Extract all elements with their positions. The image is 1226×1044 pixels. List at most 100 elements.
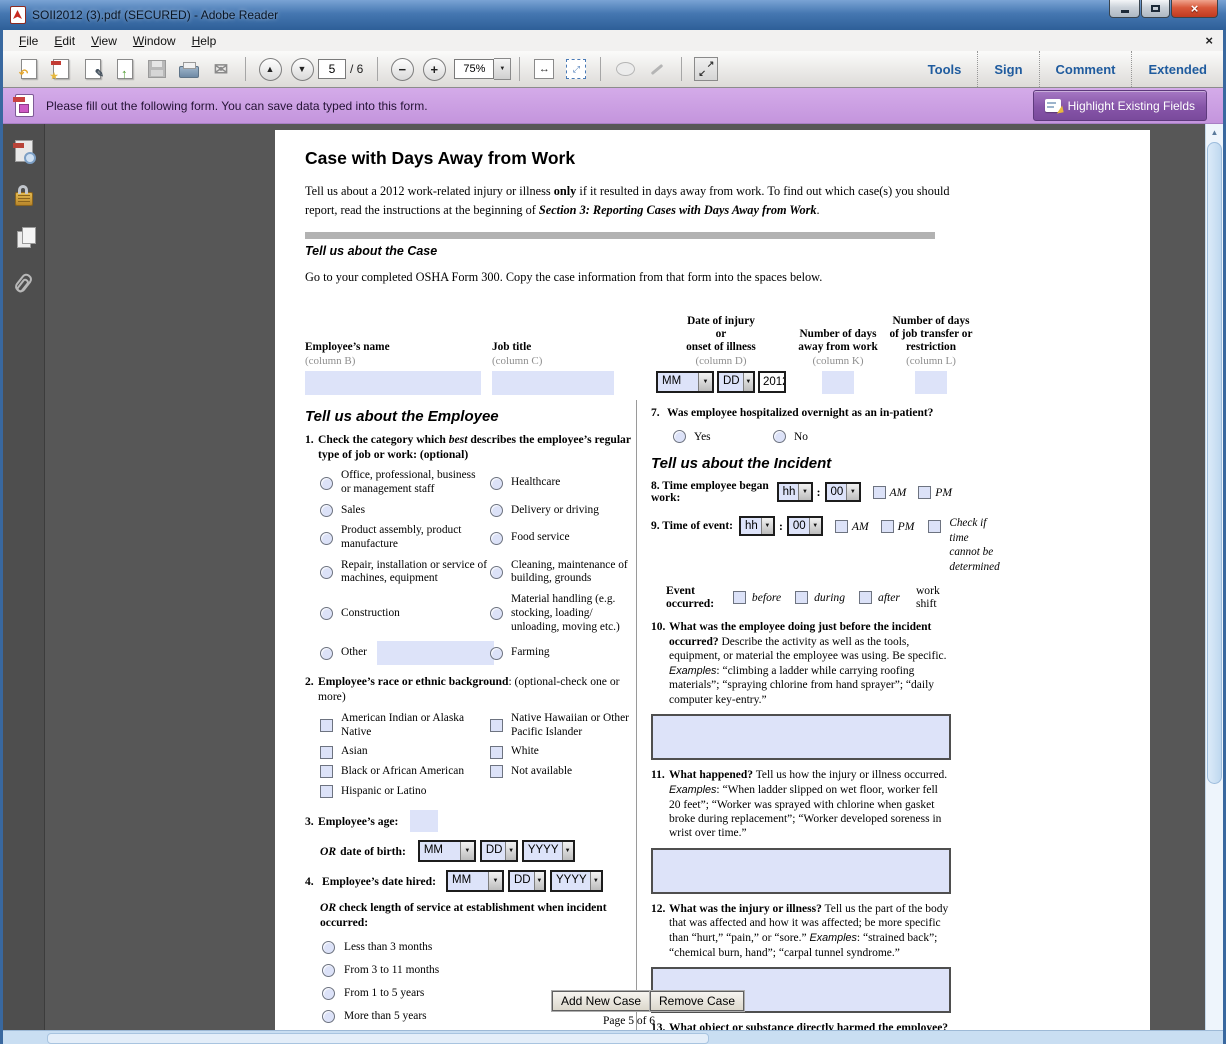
began-hour-select[interactable]: hh▼ bbox=[777, 482, 813, 502]
checkbox-before-shift[interactable] bbox=[733, 591, 746, 604]
zoom-level-value[interactable]: 75% bbox=[454, 59, 494, 79]
cloud-upload-button[interactable]: ↑ bbox=[112, 56, 138, 82]
add-new-case-button[interactable]: Add New Case bbox=[552, 991, 650, 1011]
radio-other[interactable] bbox=[320, 647, 333, 660]
checkbox-event-pm[interactable] bbox=[881, 520, 894, 533]
email-button[interactable]: ✉ bbox=[208, 56, 234, 82]
checkbox-american-indian[interactable] bbox=[320, 719, 333, 732]
option-3-11-months[interactable]: From 3 to 11 months bbox=[322, 964, 636, 977]
comment-bubble-button[interactable] bbox=[612, 56, 638, 82]
option-hosp-yes[interactable]: Yes bbox=[673, 430, 773, 443]
maximize-button[interactable] bbox=[1141, 0, 1170, 18]
option-black[interactable]: Black or African American bbox=[320, 765, 490, 779]
menu-file[interactable]: File bbox=[11, 32, 46, 50]
hired-month-select[interactable]: MM▼ bbox=[446, 870, 504, 892]
option-office-staff[interactable]: Office, professional, business or manage… bbox=[320, 469, 490, 496]
option-repair[interactable]: Repair, installation or service of machi… bbox=[320, 559, 490, 586]
injury-day-select[interactable]: DD▼ bbox=[717, 371, 755, 393]
option-not-available[interactable]: Not available bbox=[490, 765, 651, 779]
radio-delivery[interactable] bbox=[490, 504, 503, 517]
annotate-pen-button[interactable] bbox=[644, 56, 670, 82]
option-hosp-no[interactable]: No bbox=[773, 430, 808, 443]
radio-construction[interactable] bbox=[320, 607, 333, 620]
option-delivery[interactable]: Delivery or driving bbox=[490, 504, 651, 518]
radio-farming[interactable] bbox=[490, 647, 503, 660]
hired-day-select[interactable]: DD▼ bbox=[508, 870, 546, 892]
option-american-indian[interactable]: American Indian or Alaska Native bbox=[320, 712, 490, 739]
dob-day-select[interactable]: DD▼ bbox=[480, 840, 518, 862]
radio-product-assembly[interactable] bbox=[320, 532, 333, 545]
option-sales[interactable]: Sales bbox=[320, 504, 490, 518]
horizontal-scrollbar[interactable] bbox=[3, 1030, 1223, 1044]
employee-name-input[interactable] bbox=[305, 371, 481, 395]
injury-year-input[interactable] bbox=[758, 371, 786, 393]
option-material-handling[interactable]: Material handling (e.g. stocking, loadin… bbox=[490, 593, 651, 634]
checkbox-began-pm[interactable] bbox=[918, 486, 931, 499]
checkbox-white[interactable] bbox=[490, 746, 503, 759]
menu-edit[interactable]: Edit bbox=[46, 32, 83, 50]
days-away-input[interactable] bbox=[822, 371, 854, 394]
fill-sign-button[interactable]: ✎ bbox=[80, 56, 106, 82]
tools-panel-button[interactable]: Tools bbox=[912, 51, 978, 87]
checkbox-event-am[interactable] bbox=[835, 520, 848, 533]
radio-food-service[interactable] bbox=[490, 532, 503, 545]
what-happened-textarea[interactable] bbox=[651, 848, 951, 894]
event-hour-select[interactable]: hh▼ bbox=[739, 516, 775, 536]
job-transfer-days-input[interactable] bbox=[915, 371, 947, 394]
checkbox-not-available[interactable] bbox=[490, 765, 503, 778]
checkbox-during-shift[interactable] bbox=[795, 591, 808, 604]
horizontal-scrollbar-thumb[interactable] bbox=[47, 1033, 709, 1044]
option-white[interactable]: White bbox=[490, 745, 651, 759]
option-farming[interactable]: Farming bbox=[490, 641, 651, 665]
checkbox-native-hawaiian[interactable] bbox=[490, 719, 503, 732]
zoom-out-button[interactable]: − bbox=[389, 56, 415, 82]
option-food-service[interactable]: Food service bbox=[490, 524, 651, 551]
sign-panel-button[interactable]: Sign bbox=[977, 51, 1038, 87]
doing-before-incident-textarea[interactable] bbox=[651, 714, 951, 760]
page-number-input[interactable] bbox=[318, 59, 346, 79]
began-minute-select[interactable]: 00▼ bbox=[825, 482, 861, 502]
page-thumbnails-button[interactable] bbox=[11, 138, 37, 164]
option-hispanic[interactable]: Hispanic or Latino bbox=[320, 785, 490, 799]
extended-panel-button[interactable]: Extended bbox=[1131, 51, 1223, 87]
option-less-3-months[interactable]: Less than 3 months bbox=[322, 941, 636, 954]
radio-repair[interactable] bbox=[320, 566, 333, 579]
radio-hosp-yes[interactable] bbox=[673, 430, 686, 443]
radio-office-staff[interactable] bbox=[320, 477, 333, 490]
dob-year-select[interactable]: YYYY▼ bbox=[522, 840, 575, 862]
radio-hosp-no[interactable] bbox=[773, 430, 786, 443]
fit-page-button[interactable]: ⤢ bbox=[563, 56, 589, 82]
open-file-button[interactable]: ↶ bbox=[16, 56, 42, 82]
highlight-existing-fields-button[interactable]: Highlight Existing Fields bbox=[1033, 90, 1207, 121]
radio-less-3-months[interactable] bbox=[322, 941, 335, 954]
menu-view[interactable]: View bbox=[83, 32, 125, 50]
option-native-hawaiian[interactable]: Native Hawaiian or Other Pacific Islande… bbox=[490, 712, 651, 739]
previous-page-button[interactable]: ▲ bbox=[257, 56, 283, 82]
checkbox-black[interactable] bbox=[320, 765, 333, 778]
radio-sales[interactable] bbox=[320, 504, 333, 517]
minimize-button[interactable] bbox=[1109, 0, 1140, 18]
zoom-in-button[interactable]: + bbox=[421, 56, 447, 82]
job-title-input[interactable] bbox=[492, 371, 614, 395]
fit-width-button[interactable]: ↔ bbox=[531, 56, 557, 82]
next-page-button[interactable]: ▼ bbox=[289, 56, 315, 82]
vertical-scrollbar-thumb[interactable] bbox=[1207, 142, 1222, 784]
checkbox-asian[interactable] bbox=[320, 746, 333, 759]
print-button[interactable] bbox=[176, 56, 202, 82]
save-button[interactable] bbox=[144, 56, 170, 82]
create-pdf-button[interactable]: ★ bbox=[48, 56, 74, 82]
option-asian[interactable]: Asian bbox=[320, 745, 490, 759]
attachments-button[interactable] bbox=[11, 270, 37, 296]
zoom-dropdown-button[interactable]: ▼ bbox=[494, 58, 511, 80]
dob-month-select[interactable]: MM▼ bbox=[418, 840, 476, 862]
radio-3-11-months[interactable] bbox=[322, 964, 335, 977]
injury-month-select[interactable]: MM▼ bbox=[656, 371, 714, 393]
scroll-up-icon[interactable]: ▲ bbox=[1206, 124, 1223, 141]
comment-panel-button[interactable]: Comment bbox=[1039, 51, 1132, 87]
radio-healthcare[interactable] bbox=[490, 477, 503, 490]
pages-panel-button[interactable] bbox=[11, 226, 37, 252]
radio-cleaning[interactable] bbox=[490, 566, 503, 579]
vertical-scrollbar[interactable]: ▲ bbox=[1205, 124, 1223, 1031]
remove-case-button[interactable]: Remove Case bbox=[650, 991, 744, 1011]
fullscreen-button[interactable]: ↗↙ bbox=[693, 56, 719, 82]
